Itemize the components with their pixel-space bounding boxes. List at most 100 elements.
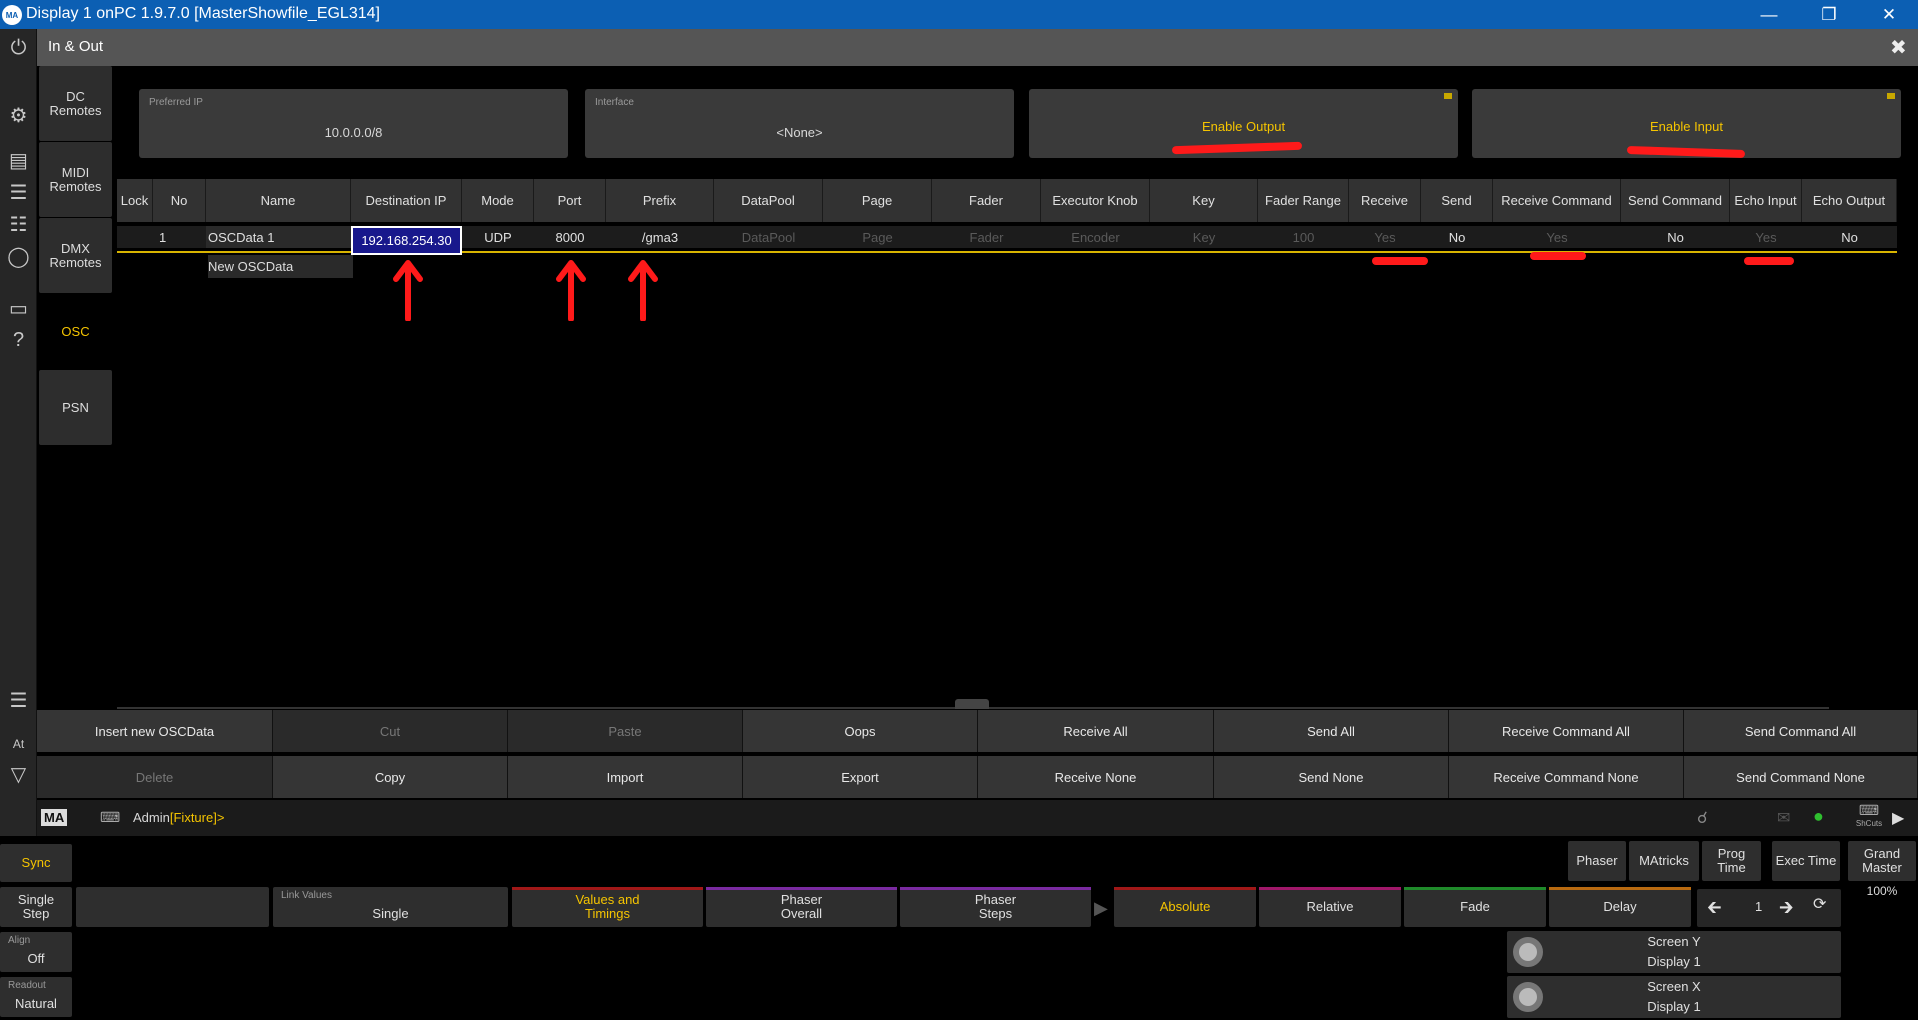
- screen-x-encoder[interactable]: Screen X Display 1: [1507, 976, 1841, 1018]
- book-icon[interactable]: ▤: [0, 143, 37, 177]
- restore-icon[interactable]: ❐: [1804, 0, 1854, 29]
- grand-master-button[interactable]: Grand Master: [1848, 841, 1916, 881]
- sync-button[interactable]: Sync: [0, 844, 72, 882]
- column-header-receive[interactable]: Receive: [1349, 179, 1421, 222]
- column-header-name[interactable]: Name: [206, 179, 351, 222]
- command-line[interactable]: MA ⌨ Admin[Fixture]> ☌ ✉ ● ⌨ ShCuts ▶: [37, 800, 1918, 836]
- cell-port[interactable]: 8000: [534, 226, 606, 248]
- reset-icon[interactable]: ⟳: [1813, 896, 1826, 914]
- copy-button[interactable]: Copy: [273, 756, 508, 798]
- phaser-button[interactable]: Phaser: [1568, 841, 1626, 881]
- cell-fader[interactable]: Fader: [932, 226, 1041, 248]
- cell-echo-output[interactable]: No: [1802, 226, 1897, 248]
- cell-receive-command[interactable]: Yes: [1493, 226, 1621, 248]
- interface-field[interactable]: Interface <None>: [585, 89, 1014, 158]
- column-header-key[interactable]: Key: [1150, 179, 1258, 222]
- column-header-executor-knob[interactable]: Executor Knob: [1041, 179, 1150, 222]
- column-header-echo-input[interactable]: Echo Input: [1730, 179, 1802, 222]
- column-header-mode[interactable]: Mode: [462, 179, 534, 222]
- screen-y-encoder[interactable]: Screen Y Display 1: [1507, 931, 1841, 973]
- cell-mode[interactable]: UDP: [462, 226, 534, 248]
- relative-button[interactable]: Relative: [1259, 887, 1401, 927]
- absolute-button[interactable]: Absolute: [1114, 887, 1256, 927]
- cell-no[interactable]: 1: [153, 226, 206, 248]
- column-header-lock[interactable]: Lock: [117, 179, 153, 222]
- cell-key[interactable]: Key: [1150, 226, 1258, 248]
- fade-button[interactable]: Fade: [1404, 887, 1546, 927]
- receive-all-button[interactable]: Receive All: [978, 710, 1214, 752]
- minimize-icon[interactable]: —: [1744, 0, 1794, 29]
- delete-button[interactable]: Delete: [37, 756, 273, 798]
- oops-button[interactable]: Oops: [743, 710, 978, 752]
- cut-button[interactable]: Cut: [273, 710, 508, 752]
- insert-new-oscdata-button[interactable]: Insert new OSCData: [37, 710, 273, 752]
- mail-icon[interactable]: ✉: [1777, 808, 1790, 828]
- export-button[interactable]: Export: [743, 756, 978, 798]
- arrow-right-icon[interactable]: ▶: [1892, 808, 1904, 828]
- sidebar-item-dmx-remotes[interactable]: DMX Remotes: [39, 218, 112, 293]
- sidebar-item-dc-remotes[interactable]: DC Remotes: [39, 66, 112, 141]
- preferred-ip-field[interactable]: Preferred IP 10.0.0.0/8: [139, 89, 568, 158]
- shortcuts-button[interactable]: ⌨ ShCuts: [1849, 802, 1889, 828]
- new-oscdata-row[interactable]: New OSCData: [208, 255, 353, 278]
- import-button[interactable]: Import: [508, 756, 743, 798]
- exec-time-button[interactable]: Exec Time: [1772, 841, 1840, 881]
- phaser-overall-button[interactable]: Phaser Overall: [706, 887, 897, 927]
- enable-input-button[interactable]: Enable Input: [1472, 89, 1901, 159]
- column-header-echo-output[interactable]: Echo Output: [1802, 179, 1897, 222]
- send-none-button[interactable]: Send None: [1214, 756, 1449, 798]
- column-header-prefix[interactable]: Prefix: [606, 179, 714, 222]
- help-icon[interactable]: ?: [0, 323, 37, 357]
- delay-button[interactable]: Delay: [1549, 887, 1691, 927]
- receive-command-none-button[interactable]: Receive Command None: [1449, 756, 1684, 798]
- cell-send-command[interactable]: No: [1621, 226, 1730, 248]
- at-icon[interactable]: At: [0, 727, 37, 761]
- matricks-button[interactable]: MAtricks: [1629, 841, 1699, 881]
- cell-name[interactable]: OSCData 1: [206, 226, 351, 248]
- user-icon[interactable]: ◯: [0, 239, 37, 273]
- faders-icon[interactable]: ☰: [0, 175, 37, 209]
- filter-icon[interactable]: ▽: [0, 757, 37, 791]
- cell-receive[interactable]: Yes: [1349, 226, 1421, 248]
- column-header-send-command[interactable]: Send Command: [1621, 179, 1730, 222]
- splitter-handle[interactable]: [955, 699, 989, 709]
- cell-fader-range[interactable]: 100: [1258, 226, 1349, 248]
- globe-icon[interactable]: ●: [1813, 806, 1824, 827]
- cell-executor-knob[interactable]: Encoder: [1041, 226, 1150, 248]
- send-all-button[interactable]: Send All: [1214, 710, 1449, 752]
- column-header-send[interactable]: Send: [1421, 179, 1493, 222]
- sidebar-item-midi-remotes[interactable]: MIDI Remotes: [39, 142, 112, 217]
- cell-destination-ip[interactable]: 192.168.254.30: [351, 226, 462, 255]
- column-header-page[interactable]: Page: [823, 179, 932, 222]
- prog-time-button[interactable]: Prog Time: [1702, 841, 1761, 881]
- column-header-port[interactable]: Port: [534, 179, 606, 222]
- align-button[interactable]: Align Off: [0, 932, 72, 972]
- enable-output-button[interactable]: Enable Output: [1029, 89, 1458, 158]
- sidebar-item-osc[interactable]: OSC: [39, 294, 112, 369]
- sliders-icon[interactable]: ☷: [0, 207, 37, 241]
- list-icon[interactable]: ☰: [0, 683, 37, 717]
- cell-page[interactable]: Page: [823, 226, 932, 248]
- cell-echo-input[interactable]: Yes: [1730, 226, 1802, 248]
- column-header-fader-range[interactable]: Fader Range: [1258, 179, 1349, 222]
- readout-button[interactable]: Readout Natural: [0, 977, 72, 1017]
- column-header-no[interactable]: No: [153, 179, 206, 222]
- send-command-all-button[interactable]: Send Command All: [1684, 710, 1918, 752]
- values-and-timings-button[interactable]: Values and Timings: [512, 887, 703, 927]
- arrow-right-icon[interactable]: 🡲: [1779, 898, 1794, 917]
- paste-button[interactable]: Paste: [508, 710, 743, 752]
- cell-prefix[interactable]: /gma3: [606, 226, 714, 248]
- column-header-datapool[interactable]: DataPool: [714, 179, 823, 222]
- cell-send[interactable]: No: [1421, 226, 1493, 248]
- close-icon[interactable]: ✕: [1864, 0, 1914, 29]
- empty-slot-button[interactable]: [76, 887, 269, 927]
- network-icon[interactable]: ☌: [1697, 808, 1708, 828]
- close-icon[interactable]: ✖: [1890, 35, 1907, 60]
- receive-none-button[interactable]: Receive None: [978, 756, 1214, 798]
- column-header-receive-command[interactable]: Receive Command: [1493, 179, 1621, 222]
- receive-command-all-button[interactable]: Receive Command All: [1449, 710, 1684, 752]
- monitor-icon[interactable]: ▭: [0, 291, 37, 325]
- send-command-none-button[interactable]: Send Command None: [1684, 756, 1918, 798]
- power-icon[interactable]: ⏻: [0, 31, 37, 65]
- column-header-destination-ip[interactable]: Destination IP: [351, 179, 462, 222]
